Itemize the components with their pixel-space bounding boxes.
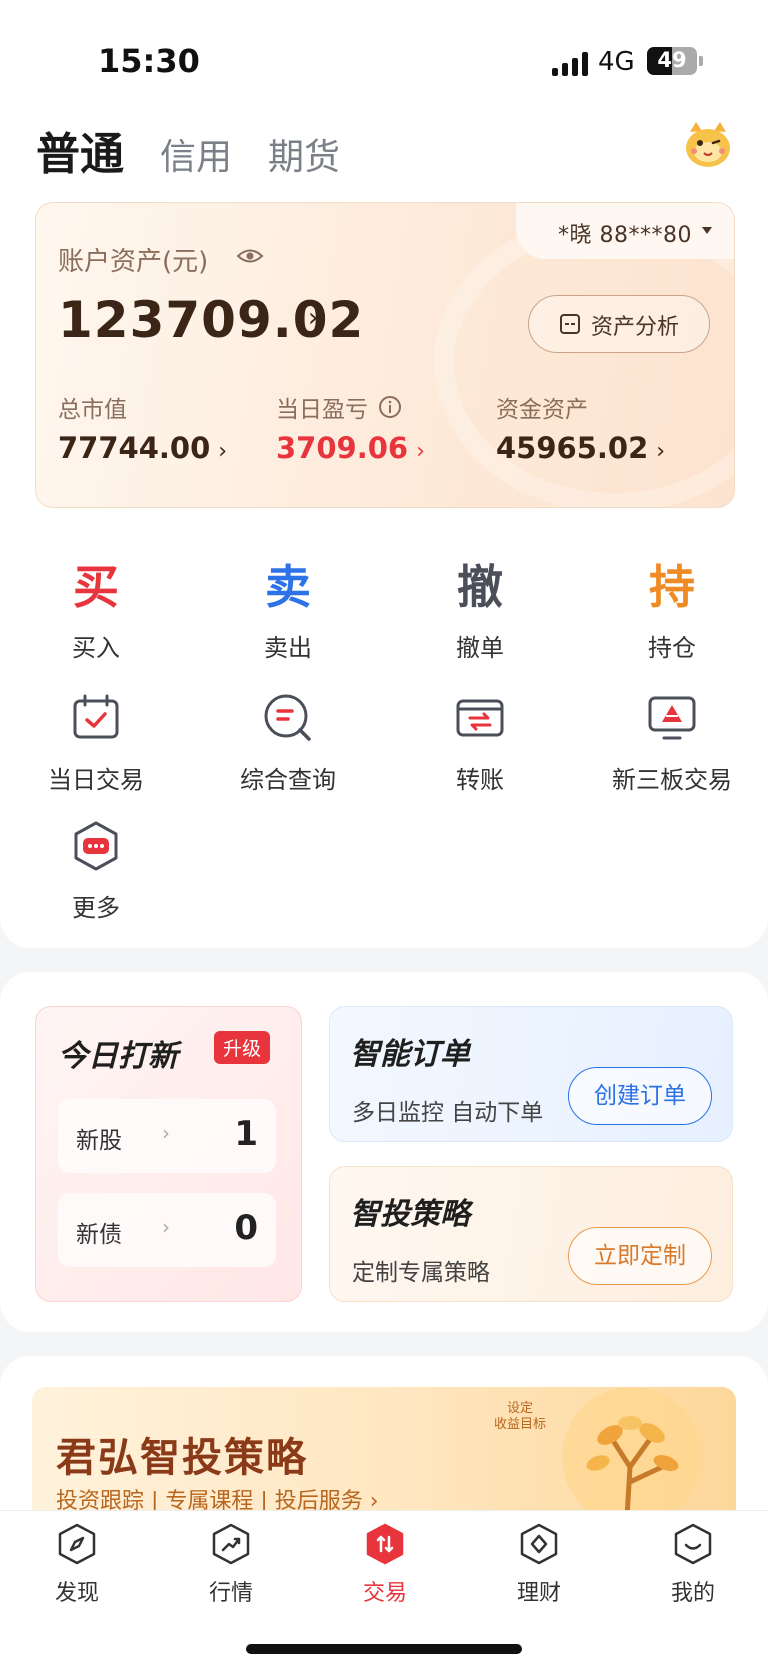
account-type-tabs: 普通 信用 期货 — [36, 118, 376, 182]
positions-label: 持仓 — [648, 634, 696, 662]
transfer-button[interactable]: 转账 — [384, 692, 576, 795]
more-icon — [74, 821, 118, 871]
more-button[interactable]: 更多 — [0, 820, 192, 923]
tab-trade-label: 交易 — [362, 1581, 407, 1606]
cancel-order-button[interactable]: 撤 撤单 — [384, 556, 576, 663]
metric-value: 77744.00 › — [58, 431, 228, 465]
sell-glyph: 卖 — [265, 560, 311, 614]
smart-invest-desc: 定制专属策略 — [352, 1260, 490, 1286]
battery-level: 49 — [657, 48, 687, 72]
tab-futures[interactable]: 期货 — [268, 128, 340, 180]
smart-order-desc: 多日监控 自动下单 — [352, 1100, 544, 1126]
metric-value: 45965.02 › — [496, 431, 666, 465]
query-button[interactable]: 综合查询 — [192, 692, 384, 795]
ipo-title: 今日打新 — [58, 1039, 178, 1074]
cancel-label: 撤单 — [456, 634, 504, 662]
chevron-right-icon: › — [308, 303, 319, 333]
info-icon[interactable] — [378, 395, 402, 419]
new-bond-row[interactable]: 新债 › 0 — [58, 1193, 276, 1267]
wealth-icon — [520, 1523, 558, 1565]
tab-market[interactable]: 行情 — [154, 1523, 308, 1607]
network-label: 4G — [598, 47, 635, 77]
upgrade-badge: 升级 — [214, 1031, 271, 1064]
eye-icon[interactable] — [236, 245, 264, 267]
new-bond-count: 0 — [234, 1208, 258, 1248]
account-name: *晓 88***80 — [558, 223, 692, 248]
query-icon — [264, 694, 311, 741]
profile-icon — [674, 1523, 712, 1565]
trade-icon — [366, 1523, 404, 1565]
promo-banner[interactable]: 君弘智投策略 投资跟踪 | 专属课程 | 投后服务 › 设定 收益目标 — [32, 1387, 736, 1517]
mascot-avatar-icon[interactable] — [682, 118, 734, 170]
query-label: 综合查询 — [240, 766, 336, 794]
chevron-right-icon: › — [162, 1215, 170, 1239]
tab-discover-label: 发现 — [54, 1581, 99, 1606]
chevron-right-icon: › — [162, 1121, 170, 1145]
tab-credit[interactable]: 信用 — [160, 128, 232, 180]
new-stock-label: 新股 — [76, 1128, 122, 1154]
new-stock-count: 1 — [234, 1114, 258, 1154]
transfer-icon — [456, 699, 504, 737]
sell-label: 卖出 — [264, 634, 312, 662]
tab-trade[interactable]: 交易 — [308, 1523, 462, 1607]
buy-label: 买入 — [72, 634, 120, 662]
metric-daily-pnl[interactable]: 当日盈亏 3709.06 › — [276, 389, 425, 465]
metric-market-value[interactable]: 总市值 77744.00 › — [58, 389, 227, 465]
tab-profile-label: 我的 — [670, 1581, 715, 1606]
cancel-glyph: 撤 — [457, 560, 503, 614]
home-indicator[interactable] — [246, 1644, 522, 1654]
metric-value: 3709.06 › — [276, 431, 425, 465]
tab-profile[interactable]: 我的 — [616, 1523, 768, 1607]
smart-invest-card[interactable]: 智投策略 定制专属策略 立即定制 — [329, 1166, 733, 1302]
smart-invest-title: 智投策略 — [350, 1197, 470, 1232]
new-stock-row[interactable]: 新股 › 1 — [58, 1099, 276, 1173]
tab-market-label: 行情 — [208, 1581, 253, 1606]
neeq-trade-label: 新三板交易 — [612, 766, 732, 794]
more-label: 更多 — [72, 894, 120, 922]
calendar-check-icon — [73, 694, 119, 739]
tab-normal[interactable]: 普通 — [36, 118, 124, 182]
trend-icon — [212, 1523, 250, 1565]
transfer-label: 转账 — [456, 766, 504, 794]
customize-now-button[interactable]: 立即定制 — [568, 1227, 712, 1285]
metric-label: 当日盈亏 — [276, 389, 425, 425]
analysis-icon — [560, 314, 580, 334]
metric-label: 资金资产 — [496, 397, 588, 423]
asset-analysis-button[interactable]: 资产分析 — [528, 295, 710, 353]
asset-label: 账户资产(元) — [58, 247, 209, 277]
metric-cash-assets[interactable]: 资金资产 45965.02 › — [496, 389, 665, 465]
banner-note: 设定 收益目标 — [494, 1401, 547, 1432]
smart-order-title: 智能订单 — [350, 1037, 470, 1072]
banner-title: 君弘智投策略 — [56, 1435, 308, 1481]
signal-icon — [552, 52, 588, 76]
positions-glyph: 持 — [649, 560, 695, 614]
asset-analysis-label: 资产分析 — [591, 315, 680, 340]
daily-trades-label: 当日交易 — [48, 766, 144, 794]
status-time: 15:30 — [98, 42, 200, 80]
status-bar: 15:30 4G 49 — [0, 0, 768, 100]
account-switcher[interactable]: *晓 88***80 — [516, 203, 734, 259]
new-bond-label: 新债 — [76, 1222, 122, 1248]
neeq-icon — [648, 696, 696, 740]
metric-label: 总市值 — [58, 397, 127, 423]
neeq-trade-button[interactable]: 新三板交易 — [576, 692, 768, 795]
asset-card: *晓 88***80 账户资产(元) 123709.02 › 资产分析 总市值 … — [35, 202, 735, 508]
positions-button[interactable]: 持 持仓 — [576, 556, 768, 663]
smart-order-card[interactable]: 智能订单 多日监控 自动下单 创建订单 — [329, 1006, 733, 1142]
ipo-card[interactable]: 今日打新 升级 新股 › 1 新债 › 0 — [35, 1006, 302, 1302]
battery-tip — [699, 56, 703, 66]
caret-down-icon — [702, 227, 712, 234]
battery-icon: 49 — [647, 47, 697, 75]
sell-button[interactable]: 卖 卖出 — [192, 556, 384, 663]
compass-icon — [58, 1523, 96, 1565]
tab-wealth[interactable]: 理财 — [462, 1523, 616, 1607]
buy-button[interactable]: 买 买入 — [0, 556, 192, 663]
daily-trades-button[interactable]: 当日交易 — [0, 692, 192, 795]
tab-wealth-label: 理财 — [516, 1581, 561, 1606]
tab-discover[interactable]: 发现 — [0, 1523, 154, 1607]
buy-glyph: 买 — [73, 560, 119, 614]
create-order-button[interactable]: 创建订单 — [568, 1067, 712, 1125]
